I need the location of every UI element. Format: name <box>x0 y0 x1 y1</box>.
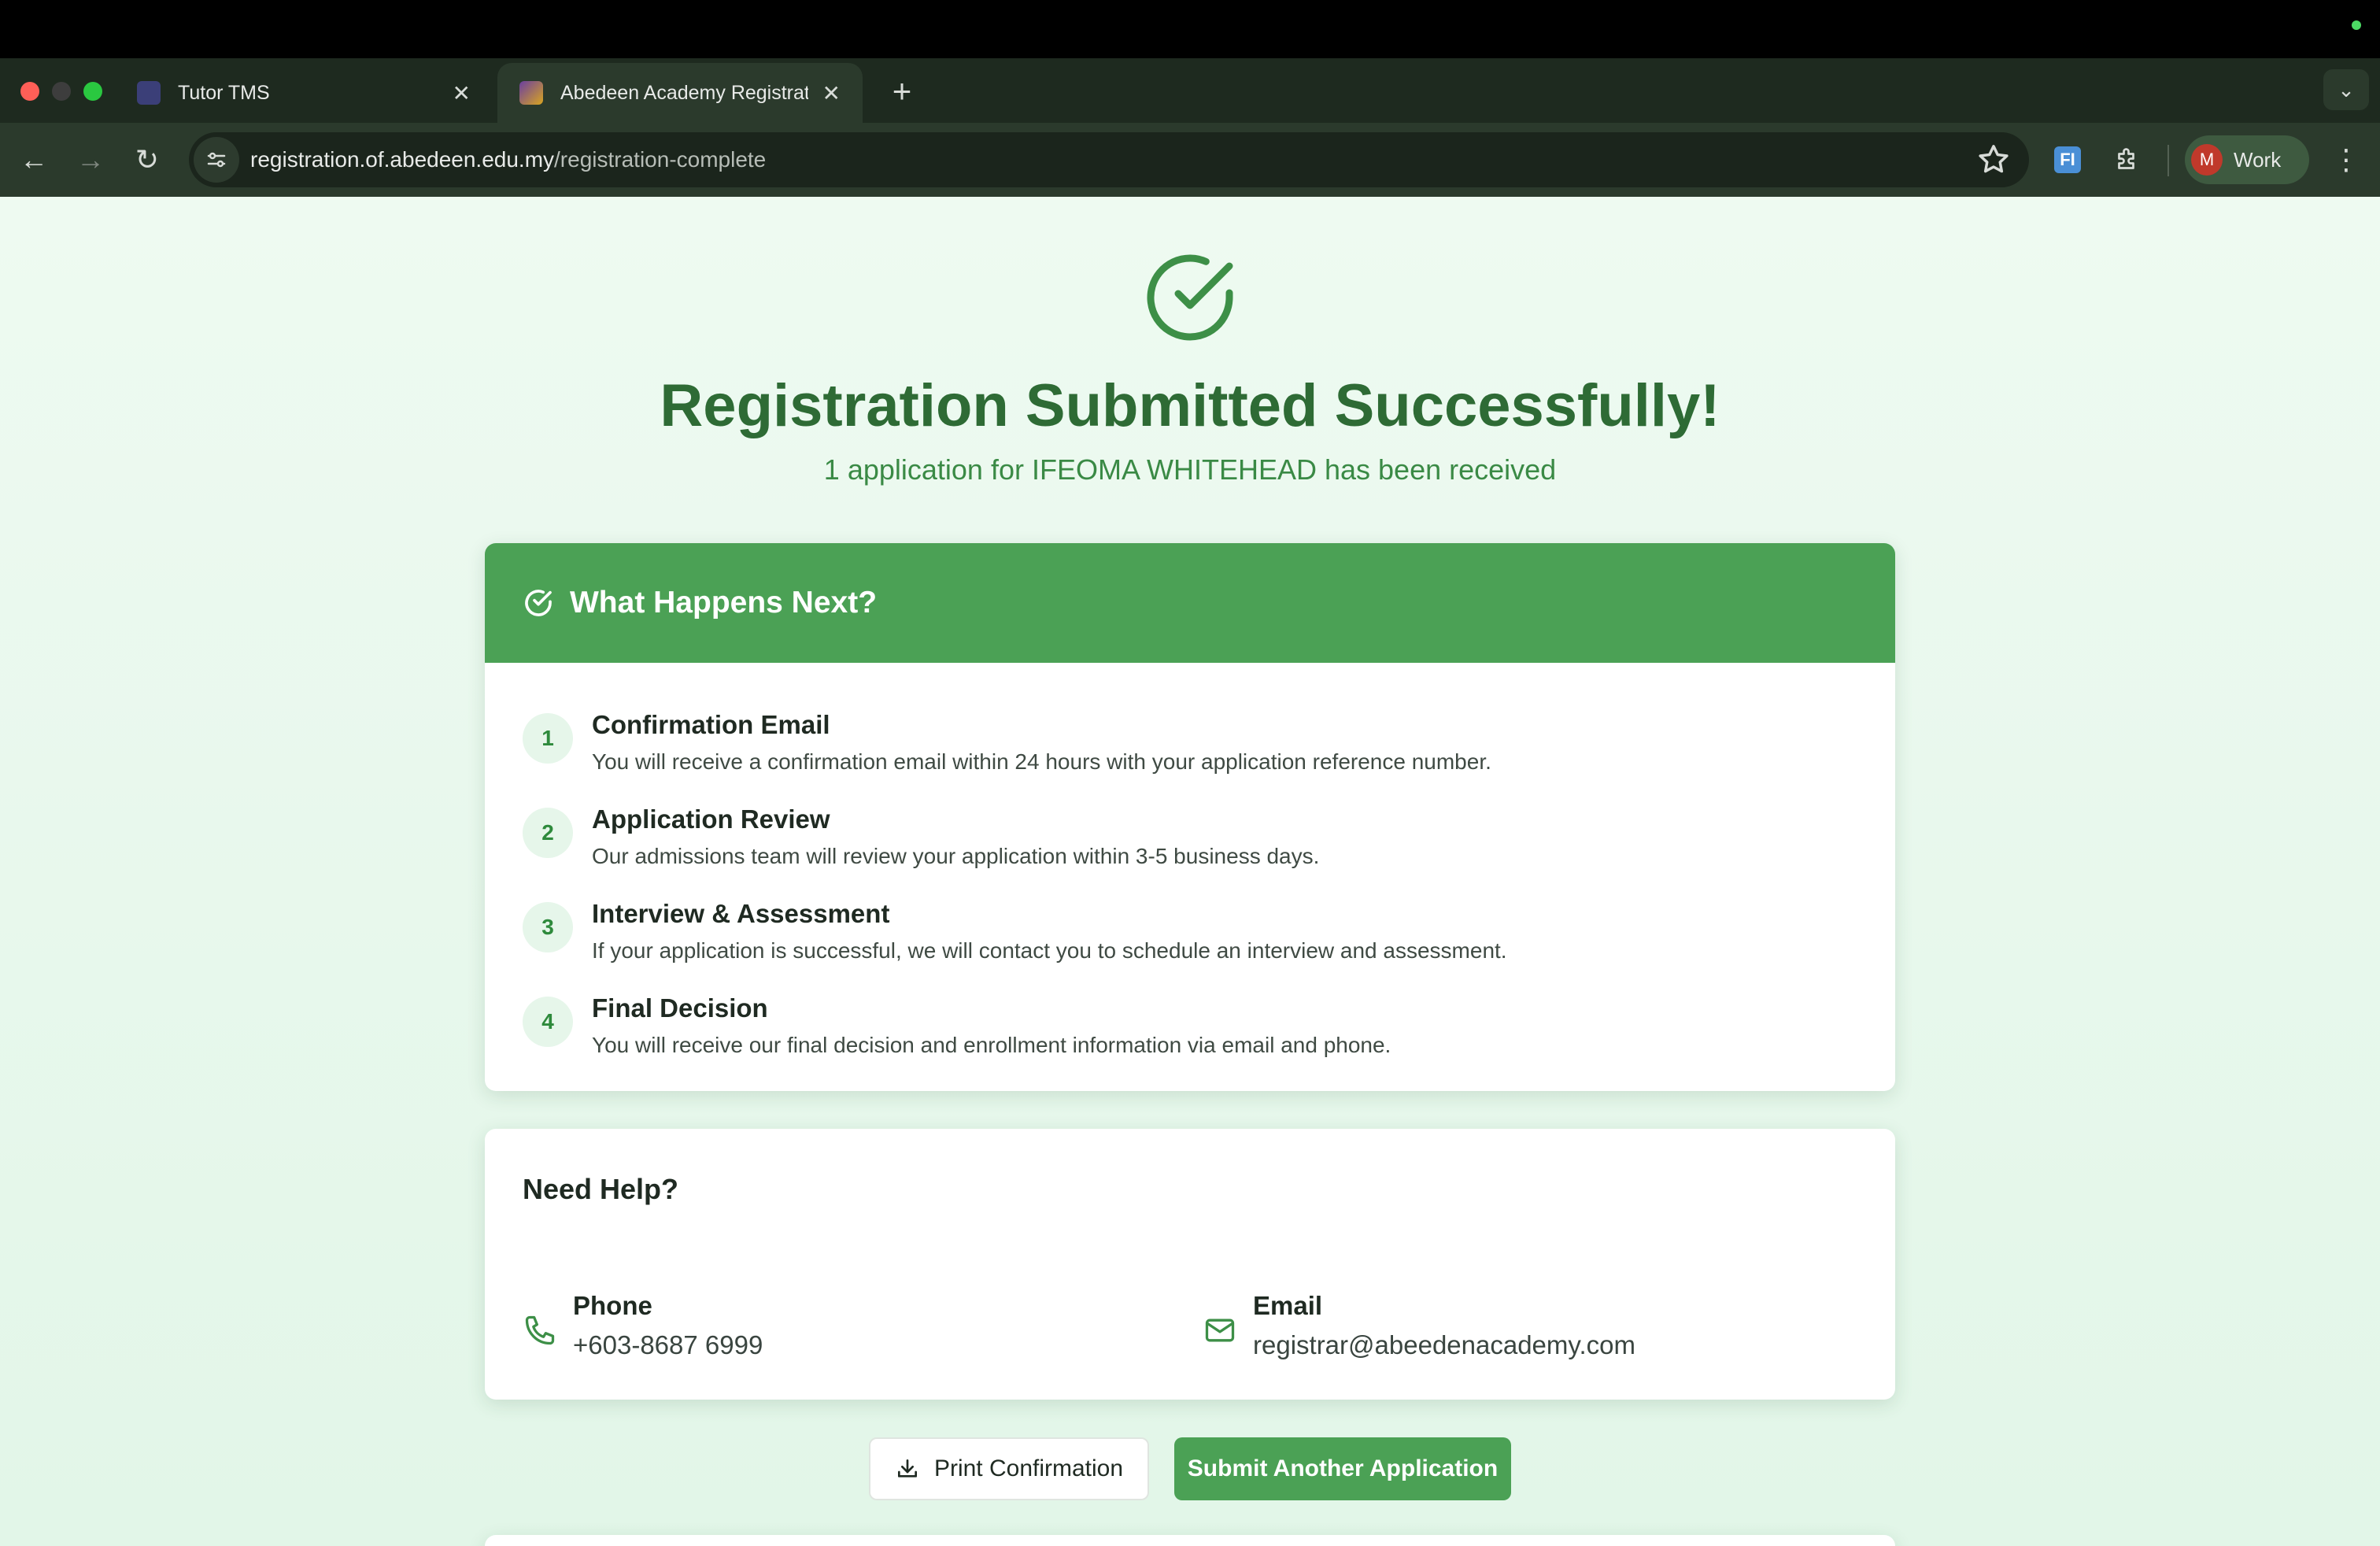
submit-another-application-button[interactable]: Submit Another Application <box>1174 1437 1511 1500</box>
submit-another-label: Submit Another Application <box>1187 1455 1499 1481</box>
new-tab-button[interactable]: + <box>880 69 924 113</box>
tab-tutor-tms[interactable]: Tutor TMS ✕ <box>115 63 493 123</box>
extension-fi-icon: FI <box>2054 146 2081 173</box>
email-address[interactable]: registrar@abeedenacademy.com <box>1253 1330 1635 1360</box>
step-item: 1 Confirmation Email You will receive a c… <box>523 710 1491 775</box>
avatar: M <box>2191 144 2223 176</box>
step-title: Application Review <box>592 804 830 834</box>
page-subtitle: 1 application for IFEOMA WHITEHEAD has b… <box>823 453 1557 486</box>
next-steps-header: What Happens Next? <box>485 543 1895 663</box>
step-number: 2 <box>523 808 573 858</box>
tab-title: Tutor TMS <box>178 81 270 104</box>
url-text: registration.of.abedeen.edu.my/registrat… <box>250 147 766 172</box>
reload-button[interactable]: ↻ <box>126 139 168 181</box>
profile-name: Work <box>2234 147 2282 172</box>
phone-icon <box>525 1315 555 1345</box>
toolbar-divider <box>2168 145 2169 176</box>
step-description: Our admissions team will review your app… <box>592 844 1320 868</box>
url-host: registration.of.abedeen.edu.my <box>250 147 555 172</box>
tab-title: Abedeen Academy Registratio <box>560 81 808 104</box>
close-window-icon[interactable] <box>20 82 39 101</box>
email-label: Email <box>1253 1291 1323 1320</box>
close-tab-icon[interactable]: ✕ <box>822 80 841 106</box>
print-confirmation-label: Print Confirmation <box>933 1455 1124 1481</box>
email-contact: Email registrar@abeedenacademy.com <box>1203 1291 1635 1360</box>
abedeen-favicon-icon <box>519 81 543 105</box>
step-number: 1 <box>523 713 573 764</box>
tab-search-button[interactable]: ⌄ <box>2323 69 2369 110</box>
help-title: Need Help? <box>523 1173 679 1205</box>
next-steps-card: What Happens Next? 1 Confirmation Email Y… <box>485 543 1895 1091</box>
step-number: 3 <box>523 902 573 952</box>
maximize-window-icon[interactable] <box>83 82 102 101</box>
extensions-puzzle-button[interactable] <box>2109 142 2145 178</box>
phone-number[interactable]: +603-8687 6999 <box>573 1330 763 1360</box>
page-content: Registration Submitted Successfully! 1 a… <box>0 197 2380 1546</box>
phone-label: Phone <box>573 1291 652 1320</box>
extension-fi-button[interactable]: FI <box>2049 142 2086 178</box>
step-item: 2 Application Review Our admissions team … <box>523 804 1320 869</box>
step-item: 3 Interview & Assessment If your applicat… <box>523 899 1507 963</box>
address-bar[interactable]: registration.of.abedeen.edu.my/registrat… <box>189 132 2029 187</box>
browser-menu-button[interactable]: ⋮ <box>2330 139 2363 181</box>
url-path: /registration-complete <box>554 147 767 172</box>
step-title: Final Decision <box>592 993 768 1023</box>
help-card: Need Help? Phone +603-8687 6999 Email regi… <box>485 1129 1895 1400</box>
phone-contact: Phone +603-8687 6999 <box>523 1291 763 1360</box>
tutor-tms-favicon-icon <box>137 81 161 105</box>
menu-bar <box>0 0 2380 58</box>
bookmark-star-icon[interactable] <box>1975 142 2012 178</box>
check-circle-icon <box>525 590 552 616</box>
download-icon <box>897 1459 917 1478</box>
forward-button[interactable]: → <box>69 139 112 181</box>
success-check-icon <box>1147 254 1233 341</box>
page-title: Registration Submitted Successfully! <box>660 372 1720 439</box>
step-item: 4 Final Decision You will receive our fin… <box>523 993 1391 1058</box>
step-description: You will receive a confirmation email wi… <box>592 749 1491 774</box>
next-steps-title: What Happens Next? <box>570 586 878 620</box>
step-description: If your application is successful, we wi… <box>592 938 1507 963</box>
status-dot-icon <box>2352 20 2361 30</box>
puzzle-icon <box>2118 148 2134 169</box>
minimize-window-icon[interactable] <box>52 82 71 101</box>
tab-abedeen-registration[interactable]: Abedeen Academy Registratio ✕ <box>497 63 863 123</box>
next-section-card <box>485 1535 1895 1546</box>
mail-icon <box>1205 1319 1235 1342</box>
back-button[interactable]: ← <box>13 139 55 181</box>
step-title: Confirmation Email <box>592 710 830 739</box>
print-confirmation-button[interactable]: Print Confirmation <box>869 1437 1149 1500</box>
step-number: 4 <box>523 997 573 1047</box>
site-settings-icon[interactable] <box>194 137 239 183</box>
close-tab-icon[interactable]: ✕ <box>453 80 471 106</box>
profile-button[interactable]: M Work <box>2185 135 2309 184</box>
step-description: You will receive our final decision and … <box>592 1033 1391 1057</box>
step-title: Interview & Assessment <box>592 899 890 928</box>
